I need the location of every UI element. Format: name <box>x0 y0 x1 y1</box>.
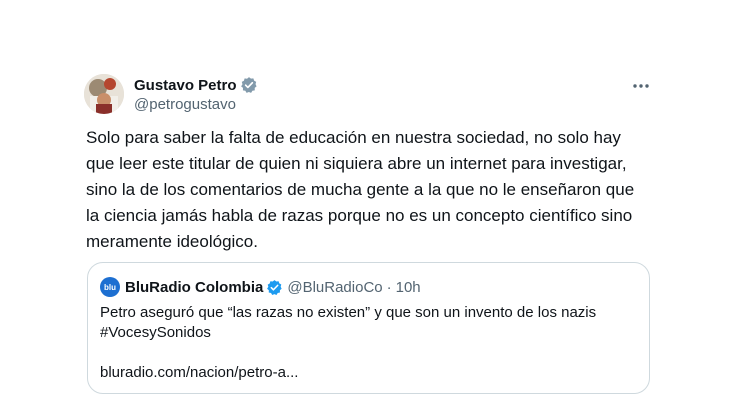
quoted-tweet-text: Petro aseguró que “las razas no existen”… <box>100 303 635 343</box>
quoted-author-handle[interactable]: @BluRadioCo <box>287 279 382 296</box>
tweet-text-line: que leer este titular de quien ni siquie… <box>86 154 627 173</box>
quoted-text-line: Petro aseguró que “las razas no existen”… <box>100 304 597 321</box>
author-avatar[interactable] <box>84 74 124 114</box>
quoted-author-display-name[interactable]: BluRadio Colombia <box>125 279 263 296</box>
quoted-tweet-time[interactable]: 10h <box>396 279 421 296</box>
quoted-tweet-header: blu BluRadio Colombia @BluRadioCo · 10h <box>100 277 421 297</box>
quoted-tweet-link[interactable]: bluradio.com/nacion/petro-a... <box>100 363 298 383</box>
tweet-text-line: la ciencia jamás habla de razas porque n… <box>86 206 633 225</box>
separator-dot: · <box>386 278 392 296</box>
hashtag-link[interactable]: #VocesySonidos <box>100 323 635 343</box>
quoted-verified-badge-icon <box>266 279 283 296</box>
tweet-text-line: meramente ideológico. <box>86 232 258 251</box>
tweet-text-line: Solo para saber la falta de educación en… <box>86 128 621 147</box>
author-handle[interactable]: @petrogustavo <box>134 96 258 113</box>
more-options-icon[interactable] <box>628 76 654 96</box>
verified-badge-icon[interactable] <box>240 76 258 94</box>
quoted-tweet[interactable]: blu BluRadio Colombia @BluRadioCo · 10h … <box>87 262 650 394</box>
tweet-header: Gustavo Petro @petrogustavo <box>134 75 258 113</box>
tweet-text: Solo para saber la falta de educación en… <box>86 125 686 255</box>
author-name-row: Gustavo Petro <box>134 75 258 95</box>
quoted-author-avatar[interactable]: blu <box>100 277 120 297</box>
author-display-name[interactable]: Gustavo Petro <box>134 77 237 94</box>
tweet-card: Gustavo Petro @petrogustavo Solo para sa… <box>0 0 738 412</box>
tweet-text-line: sino la de los comentarios de mucha gent… <box>86 180 635 199</box>
